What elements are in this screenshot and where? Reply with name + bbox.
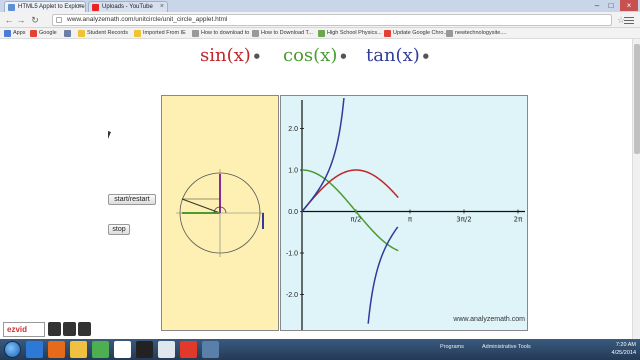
- tab-youtube[interactable]: Uploads - YouTube ×: [88, 1, 168, 12]
- screen-recorder-widget: ezvid: [0, 319, 96, 339]
- sin-toggle-dot-icon[interactable]: ●: [254, 52, 260, 60]
- apps-icon: [4, 30, 11, 37]
- cos-function-label[interactable]: cos(x) ●: [283, 45, 346, 66]
- firefox-icon[interactable]: [48, 341, 65, 358]
- windows-taskbar: Programs Administrative Tools 7:20 AM 4/…: [0, 339, 640, 360]
- bookmark-page-icon: [252, 30, 259, 37]
- browser-toolbar: ← → ↻ www.analyzemath.com/unitcircle/uni…: [0, 12, 640, 28]
- stop-button[interactable]: stop: [108, 224, 130, 235]
- page-favicon-icon: [8, 4, 15, 11]
- tab-label: HTML5 Applet to Explore: [18, 4, 85, 10]
- chrome-icon[interactable]: [180, 341, 197, 358]
- x-tick-label: π: [408, 216, 413, 224]
- close-tab-icon[interactable]: ×: [160, 2, 164, 12]
- bookmark-update-chrome[interactable]: Update Google Chro...: [384, 29, 448, 38]
- cos-toggle-dot-icon[interactable]: ●: [340, 52, 346, 60]
- tab-analyzemath[interactable]: HTML5 Applet to Explore ×: [4, 1, 86, 12]
- start-restart-button[interactable]: start/restart: [108, 194, 156, 205]
- y-tick-group: 2.0 1.0 0.0 -1.0 -2.0: [286, 126, 304, 299]
- recorder-draw-button[interactable]: [78, 322, 91, 336]
- bookmark-page-icon: [192, 30, 199, 37]
- tan-toggle-dot-icon[interactable]: ●: [423, 52, 429, 60]
- unit-circle-panel[interactable]: [161, 95, 279, 331]
- documents-icon[interactable]: [158, 341, 175, 358]
- maximize-icon[interactable]: □: [604, 0, 618, 11]
- mouse-cursor-icon: [108, 131, 111, 139]
- tan-function-label[interactable]: tan(x) ●: [366, 45, 429, 66]
- youtube-favicon-icon: [92, 4, 99, 11]
- recorder-logo: ezvid: [3, 322, 45, 337]
- reload-icon[interactable]: ↻: [30, 14, 40, 26]
- page-content: sin(x) ● cos(x) ● tan(x) ● start/restart st…: [0, 39, 632, 339]
- address-bar-url: www.analyzemath.com/unitcircle/unit_circ…: [67, 16, 228, 23]
- address-bar[interactable]: www.analyzemath.com/unitcircle/unit_circ…: [52, 14, 612, 26]
- y-tick-label: -2.0: [286, 292, 298, 299]
- bookmark-how-to-download-2[interactable]: How to Download T...: [252, 29, 313, 38]
- recorder-stop-button[interactable]: [63, 322, 76, 336]
- clock-time: 7:20 AM: [615, 342, 636, 348]
- chrome-menu-icon[interactable]: [624, 15, 634, 25]
- unit-circle-drawing: [176, 169, 264, 257]
- system-clock[interactable]: 7:20 AM 4/25/2014: [612, 341, 636, 357]
- close-window-icon[interactable]: ×: [620, 0, 638, 11]
- x-tick-label: 2π: [514, 216, 523, 224]
- y-tick-label: 1.0: [288, 168, 298, 175]
- y-tick-label: -1.0: [286, 251, 298, 258]
- bookmark-newtechnologysite[interactable]: newtechnologysite....: [446, 29, 506, 38]
- page-scrollbar[interactable]: [632, 39, 640, 339]
- amazon-icon[interactable]: [136, 341, 153, 358]
- graph-panel[interactable]: 2.0 1.0 0.0 -1.0 -2.0 π/2 π 3π/2 2π www.analyze…: [280, 95, 528, 331]
- y-tick-label: 0.0: [288, 209, 298, 216]
- bookmarks-bar: Apps Google Student Records Imported Fro…: [0, 28, 640, 39]
- google-icon: [30, 30, 37, 37]
- forward-arrow-icon[interactable]: →: [16, 14, 26, 26]
- spreadsheet-app-icon[interactable]: [92, 341, 109, 358]
- graph-watermark: www.analyzemath.com: [452, 316, 525, 323]
- tab-label: Uploads - YouTube: [102, 4, 153, 10]
- tray-admin-tools-label[interactable]: Administrative Tools: [482, 344, 531, 350]
- internet-explorer-icon[interactable]: [26, 341, 43, 358]
- google-icon: [384, 30, 391, 37]
- bookmark-apps[interactable]: Apps: [4, 29, 26, 38]
- bookmark-page-icon: [64, 30, 71, 37]
- clock-date: 4/25/2014: [611, 350, 636, 356]
- bookmark-how-to-download[interactable]: How to download to: [192, 29, 249, 38]
- folder-icon: [78, 30, 85, 37]
- back-arrow-icon[interactable]: ←: [4, 14, 14, 26]
- bookmark-imported-from-ie[interactable]: Imported From IE: [134, 29, 186, 38]
- file-explorer-icon[interactable]: [70, 341, 87, 358]
- bookmark-student-records[interactable]: Student Records: [78, 29, 128, 38]
- page-info-icon: [56, 17, 62, 23]
- y-tick-label: 2.0: [288, 126, 298, 133]
- minimize-icon[interactable]: –: [590, 0, 604, 11]
- close-tab-icon[interactable]: ×: [78, 2, 82, 12]
- bookmark-high-school-physics[interactable]: High School Physics...: [318, 29, 382, 38]
- bookmark-page-icon: [446, 30, 453, 37]
- x-tick-label: 3π/2: [456, 216, 471, 224]
- start-button-icon[interactable]: [4, 341, 21, 358]
- bookmark-google[interactable]: Google: [30, 29, 57, 38]
- bookmark-page-icon: [318, 30, 325, 37]
- browser-tab-strip: HTML5 Applet to Explore × Uploads - YouT…: [0, 0, 640, 12]
- scrollbar-thumb[interactable]: [634, 44, 640, 154]
- trig-graph: 2.01.00.0-1.0-2.0 π/2 π 3π/2 2π www.analyze…: [286, 98, 525, 330]
- tan-curve-branch-left: [301, 98, 345, 212]
- calendar-app-icon[interactable]: [114, 341, 131, 358]
- tray-programs-label[interactable]: Programs: [440, 344, 464, 350]
- desktop-app-icon[interactable]: [202, 341, 219, 358]
- sin-function-label[interactable]: sin(x) ●: [200, 45, 260, 66]
- folder-icon: [134, 30, 141, 37]
- recorder-pause-button[interactable]: [48, 322, 61, 336]
